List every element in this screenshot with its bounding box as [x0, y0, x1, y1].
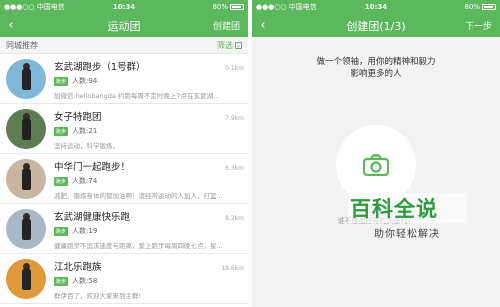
member-count: 人数:94	[72, 77, 98, 85]
battery-icon	[482, 4, 496, 10]
sport-tag: 跑步	[54, 226, 69, 236]
group-meta-row: 跑步 人数:21	[54, 126, 244, 136]
runner-figure	[22, 268, 31, 290]
battery-status: 80%	[464, 3, 496, 11]
group-meta-row: 跑步 人数:58	[54, 276, 244, 286]
next-step-button[interactable]: 下一步	[465, 19, 500, 32]
filter-icon: ⌄	[235, 41, 242, 49]
group-info: 女子特跑团 7.9km 跑步 人数:21 坚持运动，科学锻炼。	[54, 109, 244, 150]
carrier-label: ●●●○○ 中国电信	[4, 3, 65, 11]
group-name: 女子特跑团	[54, 112, 102, 123]
group-list-item[interactable]: 中华门一起跑步！ 6.3km 跑步 人数:74 减肥、锻炼身体的都加油啊！请经常…	[0, 154, 248, 204]
nav-bar: ‹ 创建团(1/3) 下一步	[252, 14, 500, 37]
group-info: 江北乐跑族 18.6km 跑步 人数:58 群伊百了，欢迎大家来到主群!	[54, 259, 244, 300]
member-count: 人数:74	[72, 177, 98, 185]
nearby-recommend-label: 同城推荐	[6, 40, 38, 50]
group-distance: 18.6km	[221, 265, 244, 272]
filter-label: 筛选	[217, 40, 233, 50]
battery-status: 80%	[212, 3, 244, 11]
group-name: 玄武湖健康快乐跑	[54, 212, 131, 223]
battery-icon	[230, 4, 244, 10]
member-count: 人数:58	[72, 277, 98, 285]
group-meta-row: 跑步 人数:74	[54, 176, 244, 186]
group-avatar	[6, 109, 46, 149]
group-info: 玄武湖跑步（1号群） 0.1km 跑步 人数:94 加微信:hellobangd…	[54, 59, 244, 100]
group-description: 坚持运动，科学锻炼。	[54, 142, 119, 150]
group-title-row: 中华门一起跑步！ 6.3km	[54, 159, 244, 173]
group-distance: 7.9km	[225, 115, 244, 122]
runner-figure	[22, 168, 31, 190]
watermark-logo: 百科全说 助你轻松解决	[348, 193, 466, 240]
create-group-body: 做一个领袖，用你的精神和毅力 影响更多的人 谁不愿加好奇的头像吗？	[252, 37, 500, 307]
slogan-line-2: 影响更多的人	[350, 69, 402, 79]
group-avatar	[6, 59, 46, 99]
group-meta-row: 跑步 人数:19	[54, 226, 244, 236]
nav-bar: ‹ 运动团 创建团	[0, 14, 248, 37]
group-name: 中华门一起跑步！	[54, 162, 131, 173]
camera-icon	[363, 154, 389, 176]
watermark-title: 百科全说	[348, 193, 466, 223]
group-distance: 6.3km	[225, 165, 244, 172]
group-description: 减肥、锻炼身体的都加油啊！请经常运动的人加入，打篮...	[54, 192, 223, 200]
group-avatar	[6, 259, 46, 299]
status-bar: ●●●○○ 中国电信 10:34 80%	[252, 0, 500, 14]
carrier-label: ●●●○○ 中国电信	[256, 3, 317, 11]
status-bar: ●●●○○ 中国电信 10:34 80%	[0, 0, 248, 14]
create-group-screen: ●●●○○ 中国电信 10:34 80% ‹ 创建团(1/3) 下一步 做一个领…	[252, 0, 500, 307]
runner-figure	[22, 68, 31, 90]
runner-figure	[22, 218, 31, 240]
runner-figure	[22, 118, 31, 140]
group-description: 群伊百了，欢迎大家来到主群!	[54, 292, 142, 300]
group-title-row: 女子特跑团 7.9km	[54, 109, 244, 123]
group-title-row: 玄武湖跑步（1号群） 0.1km	[54, 59, 244, 73]
group-description: 加微信:hellobangda 约跑每周不定时晚上7点在玄武湖...	[54, 92, 220, 100]
sport-tag: 跑步	[54, 76, 69, 86]
back-chevron-icon[interactable]: ‹	[252, 14, 274, 37]
slogan-line-1: 做一个领袖，用你的精神和毅力	[316, 57, 436, 67]
battery-percent: 80%	[464, 3, 480, 11]
slogan: 做一个领袖，用你的精神和毅力 影响更多的人	[252, 56, 500, 80]
page-title: 创建团(1/3)	[346, 19, 406, 33]
member-count: 人数:19	[72, 227, 98, 235]
group-info: 中华门一起跑步！ 6.3km 跑步 人数:74 减肥、锻炼身体的都加油啊！请经常…	[54, 159, 244, 200]
member-count: 人数:21	[72, 127, 98, 135]
group-meta-row: 跑步 人数:94	[54, 76, 244, 86]
group-list-item[interactable]: 玄武湖健康快乐跑 8.2km 跑步 人数:19 健康跑步不追求速度与距离，爱上跑…	[0, 204, 248, 254]
group-description: 健康跑步不追求速度与距离，爱上跑步每周四晚七点，星...	[54, 242, 223, 250]
create-group-button[interactable]: 创建团	[213, 19, 248, 32]
sport-tag: 跑步	[54, 126, 69, 136]
group-name: 江北乐跑族	[54, 262, 102, 273]
group-distance: 0.1km	[225, 65, 244, 72]
group-list-item[interactable]: 江北乐跑族 18.6km 跑步 人数:58 群伊百了，欢迎大家来到主群!	[0, 254, 248, 304]
page-title: 运动团	[107, 19, 141, 33]
group-avatar	[6, 209, 46, 249]
group-title-row: 玄武湖健康快乐跑 8.2km	[54, 209, 244, 223]
filter-button[interactable]: 筛选 ⌄	[217, 40, 242, 51]
sport-tag: 跑步	[54, 276, 69, 286]
group-distance: 8.2km	[225, 215, 244, 222]
watermark-subtitle: 助你轻松解决	[374, 229, 440, 240]
group-list-item[interactable]: 女子特跑团 7.9km 跑步 人数:21 坚持运动，科学锻炼。	[0, 104, 248, 154]
running-groups-screen: ●●●○○ 中国电信 10:34 80% ‹ 运动团 创建团 同城推荐 筛选 ⌄…	[0, 0, 248, 307]
group-title-row: 江北乐跑族 18.6km	[54, 259, 244, 273]
back-chevron-icon[interactable]: ‹	[0, 14, 22, 37]
group-name: 玄武湖跑步（1号群）	[54, 62, 146, 73]
group-avatar	[6, 159, 46, 199]
group-list-item[interactable]: 玄武湖跑步（1号群） 0.1km 跑步 人数:94 加微信:hellobangd…	[0, 54, 248, 104]
sport-tag: 跑步	[54, 176, 69, 186]
battery-percent: 80%	[212, 3, 228, 11]
group-list: 玄武湖跑步（1号群） 0.1km 跑步 人数:94 加微信:hellobangd…	[0, 54, 248, 304]
group-info: 玄武湖健康快乐跑 8.2km 跑步 人数:19 健康跑步不追求速度与距离，爱上跑…	[54, 209, 244, 250]
filter-bar: 同城推荐 筛选 ⌄	[0, 37, 248, 54]
